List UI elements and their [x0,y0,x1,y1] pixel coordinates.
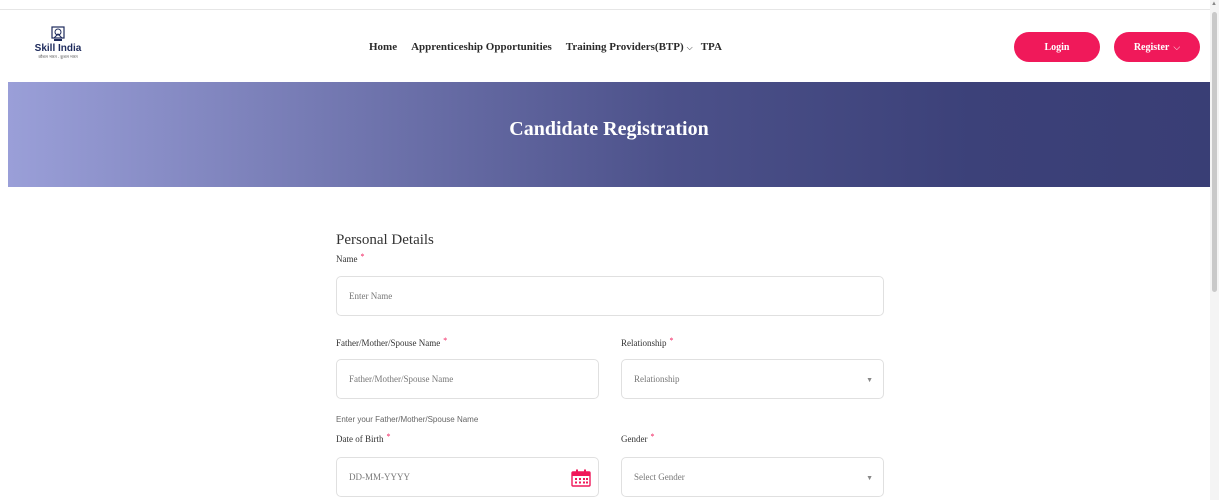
page-title: Candidate Registration [509,118,709,140]
navbar: Skill India कौशल भारत - कुशल भारत Home A… [0,10,1210,82]
section-title: Personal Details [336,232,434,248]
register-label: Register [1133,41,1170,53]
required-mark: * [360,252,365,261]
caret-down-icon: ▼ [866,376,873,384]
required-mark: * [650,432,655,441]
dob-label: Date of Birth * [336,432,391,444]
relationship-select[interactable]: Relationship ▼ [621,359,884,399]
login-button[interactable]: Login [1014,32,1100,62]
gender-label: Gender * [621,432,655,444]
skill-india-emblem-icon [51,26,65,41]
logo-tagline: कौशल भारत - कुशल भारत [38,54,78,59]
nav-apprenticeship-opportunities[interactable]: Apprenticeship Opportunities [411,41,552,53]
logo[interactable]: Skill India कौशल भारत - कुशल भारत [28,26,88,66]
chevron-down-icon: ⌵ [1173,41,1181,52]
relationship-label-text: Relationship [621,338,667,348]
guardian-placeholder: Father/Mother/Spouse Name [349,374,454,384]
nav-training-providers-label: Training Providers(BTP) [565,41,684,53]
nav-apprenticeship-label: Apprenticeship Opportunities [411,41,552,53]
nav-training-providers[interactable]: Training Providers(BTP) ⌵ [566,41,693,53]
nav-home[interactable]: Home [369,41,397,53]
name-label-text: Name [336,254,358,264]
dob-placeholder: DD-MM-YYYY [349,472,410,482]
dob-label-text: Date of Birth [336,434,384,444]
scrollbar-thumb[interactable] [1212,12,1217,292]
chevron-down-icon: ⌵ [686,43,693,52]
guardian-name-input[interactable]: Father/Mother/Spouse Name [336,359,599,399]
login-label: Login [1044,41,1070,53]
relationship-placeholder: Relationship [634,374,680,384]
gender-placeholder: Select Gender [634,472,685,482]
caret-down-icon: ▼ [866,474,873,482]
scrollbar[interactable]: ▲ [1210,0,1219,500]
gender-label-text: Gender [621,434,648,444]
nav-links: Home Apprenticeship Opportunities Traini… [369,37,736,57]
name-input[interactable]: Enter Name [336,276,884,316]
guardian-name-label: Father/Mother/Spouse Name * [336,336,448,348]
name-label: Name * [336,252,365,264]
nav-tpa-label: TPA [700,41,722,53]
relationship-label: Relationship * [621,336,674,348]
name-placeholder: Enter Name [349,291,393,301]
gender-select[interactable]: Select Gender ▼ [621,457,884,497]
required-mark: * [386,432,391,441]
scroll-up-arrow-icon[interactable]: ▲ [1211,1,1217,7]
nav-home-label: Home [369,41,398,53]
nav-tpa[interactable]: TPA [701,41,722,53]
required-mark: * [443,336,448,345]
dob-input[interactable]: DD-MM-YYYY [336,457,599,497]
required-mark: * [669,336,674,345]
guardian-label-text: Father/Mother/Spouse Name [336,338,441,348]
guardian-helper-text: Enter your Father/Mother/Spouse Name [336,415,479,424]
top-border [0,0,1219,10]
register-button[interactable]: Register ⌵ [1114,32,1200,62]
page-banner: Candidate Registration [8,82,1210,187]
logo-text: Skill India [34,43,82,54]
calendar-icon[interactable] [571,469,591,487]
